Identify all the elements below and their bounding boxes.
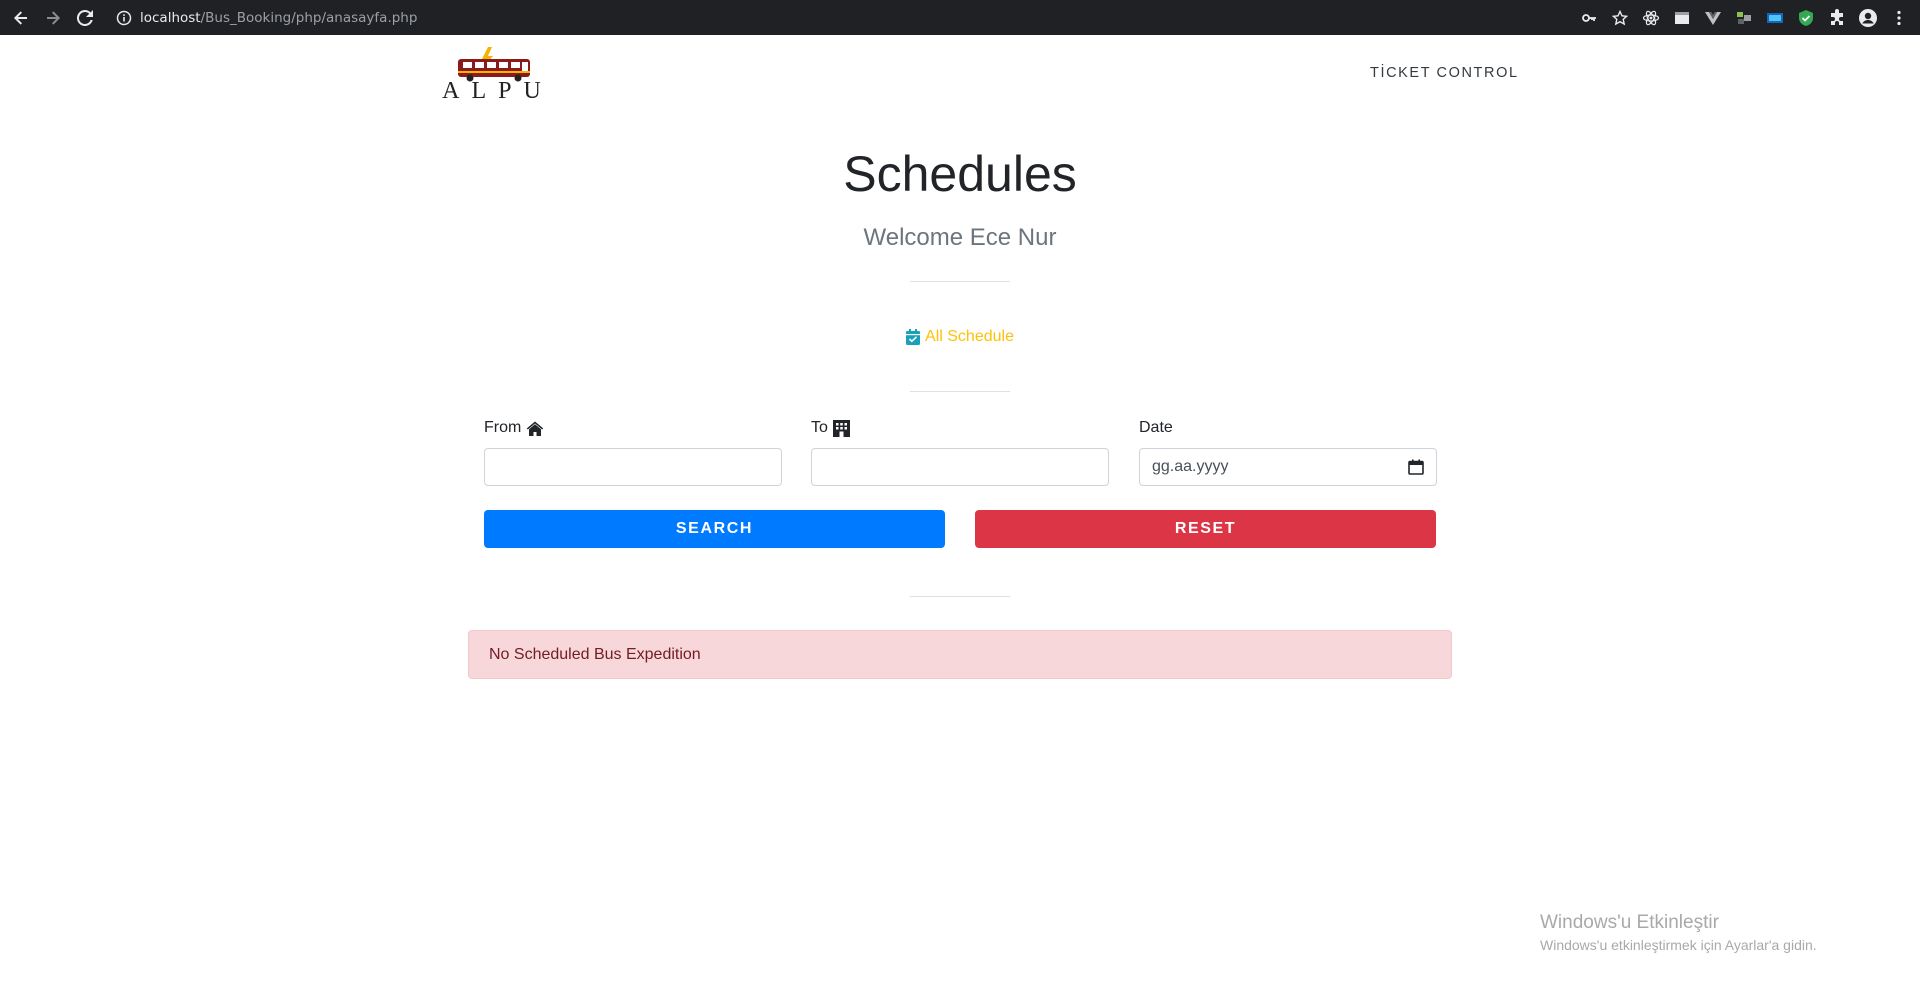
from-label: From xyxy=(484,419,544,437)
star-icon[interactable] xyxy=(1609,7,1631,29)
arrow-left-icon xyxy=(14,11,27,25)
date-placeholder: gg.aa.yyyy xyxy=(1152,458,1229,475)
url-path: /Bus_Booking/php/anasayfa.php xyxy=(200,10,418,26)
profile-avatar-icon[interactable] xyxy=(1857,7,1879,29)
windows-activation-subtitle: Windows'u etkinleştirmek için Ayarlar'a … xyxy=(1540,937,1817,953)
shield-extension-icon[interactable] xyxy=(1795,7,1817,29)
reload-icon xyxy=(77,10,93,26)
no-results-alert: No Scheduled Bus Expedition xyxy=(468,630,1452,679)
brand-logo[interactable]: ALPU xyxy=(430,47,565,104)
url-text: localhost/Bus_Booking/php/anasayfa.php xyxy=(140,10,417,26)
to-label: To xyxy=(811,419,850,437)
all-schedule-link[interactable]: All Schedule xyxy=(0,328,1920,346)
calendar-check-icon xyxy=(906,329,921,345)
calendar-icon[interactable] xyxy=(1408,459,1424,475)
from-label-text: From xyxy=(484,419,522,436)
divider xyxy=(910,596,1010,597)
ticket-control-link[interactable]: TİCKET CONTROL xyxy=(1370,65,1519,81)
date-label-text: Date xyxy=(1139,419,1173,436)
grid-extension-icon[interactable] xyxy=(1733,7,1755,29)
logo-text: ALPU xyxy=(442,78,553,104)
url-host: localhost xyxy=(140,10,201,26)
react-devtools-icon[interactable] xyxy=(1640,7,1662,29)
forward-button[interactable] xyxy=(42,7,64,29)
all-schedule-label: All Schedule xyxy=(925,328,1014,345)
address-bar[interactable]: localhost/Bus_Booking/php/anasayfa.php xyxy=(116,7,417,29)
divider xyxy=(910,391,1010,392)
window-extension-icon[interactable] xyxy=(1671,7,1693,29)
date-label: Date xyxy=(1139,419,1173,437)
home-icon xyxy=(527,421,544,436)
page-title: Schedules xyxy=(843,146,1077,202)
search-button[interactable]: SEARCH xyxy=(484,510,945,548)
back-button[interactable] xyxy=(10,7,32,29)
arrow-right-icon xyxy=(47,11,60,25)
alert-message: No Scheduled Bus Expedition xyxy=(489,645,701,663)
info-icon xyxy=(116,10,132,26)
windows-activation-title: Windows'u Etkinleştir xyxy=(1540,912,1719,933)
kebab-menu-icon[interactable] xyxy=(1888,7,1910,29)
to-input[interactable] xyxy=(811,448,1109,486)
reset-button[interactable]: RESET xyxy=(975,510,1436,548)
key-icon[interactable] xyxy=(1578,7,1600,29)
building-icon xyxy=(832,419,850,437)
vue-devtools-icon[interactable] xyxy=(1702,7,1724,29)
reload-button[interactable] xyxy=(74,7,96,29)
screenshot-extension-icon[interactable] xyxy=(1764,7,1786,29)
divider xyxy=(910,281,1010,282)
puzzle-icon[interactable] xyxy=(1826,7,1848,29)
to-label-text: To xyxy=(811,419,828,436)
date-input[interactable]: gg.aa.yyyy xyxy=(1139,448,1437,486)
extensions-bar xyxy=(1578,6,1910,30)
from-input[interactable] xyxy=(484,448,782,486)
welcome-message: Welcome Ece Nur xyxy=(863,224,1057,251)
browser-toolbar: localhost/Bus_Booking/php/anasayfa.php xyxy=(0,0,1920,35)
site-navbar: ALPU TİCKET CONTROL xyxy=(0,35,1920,115)
